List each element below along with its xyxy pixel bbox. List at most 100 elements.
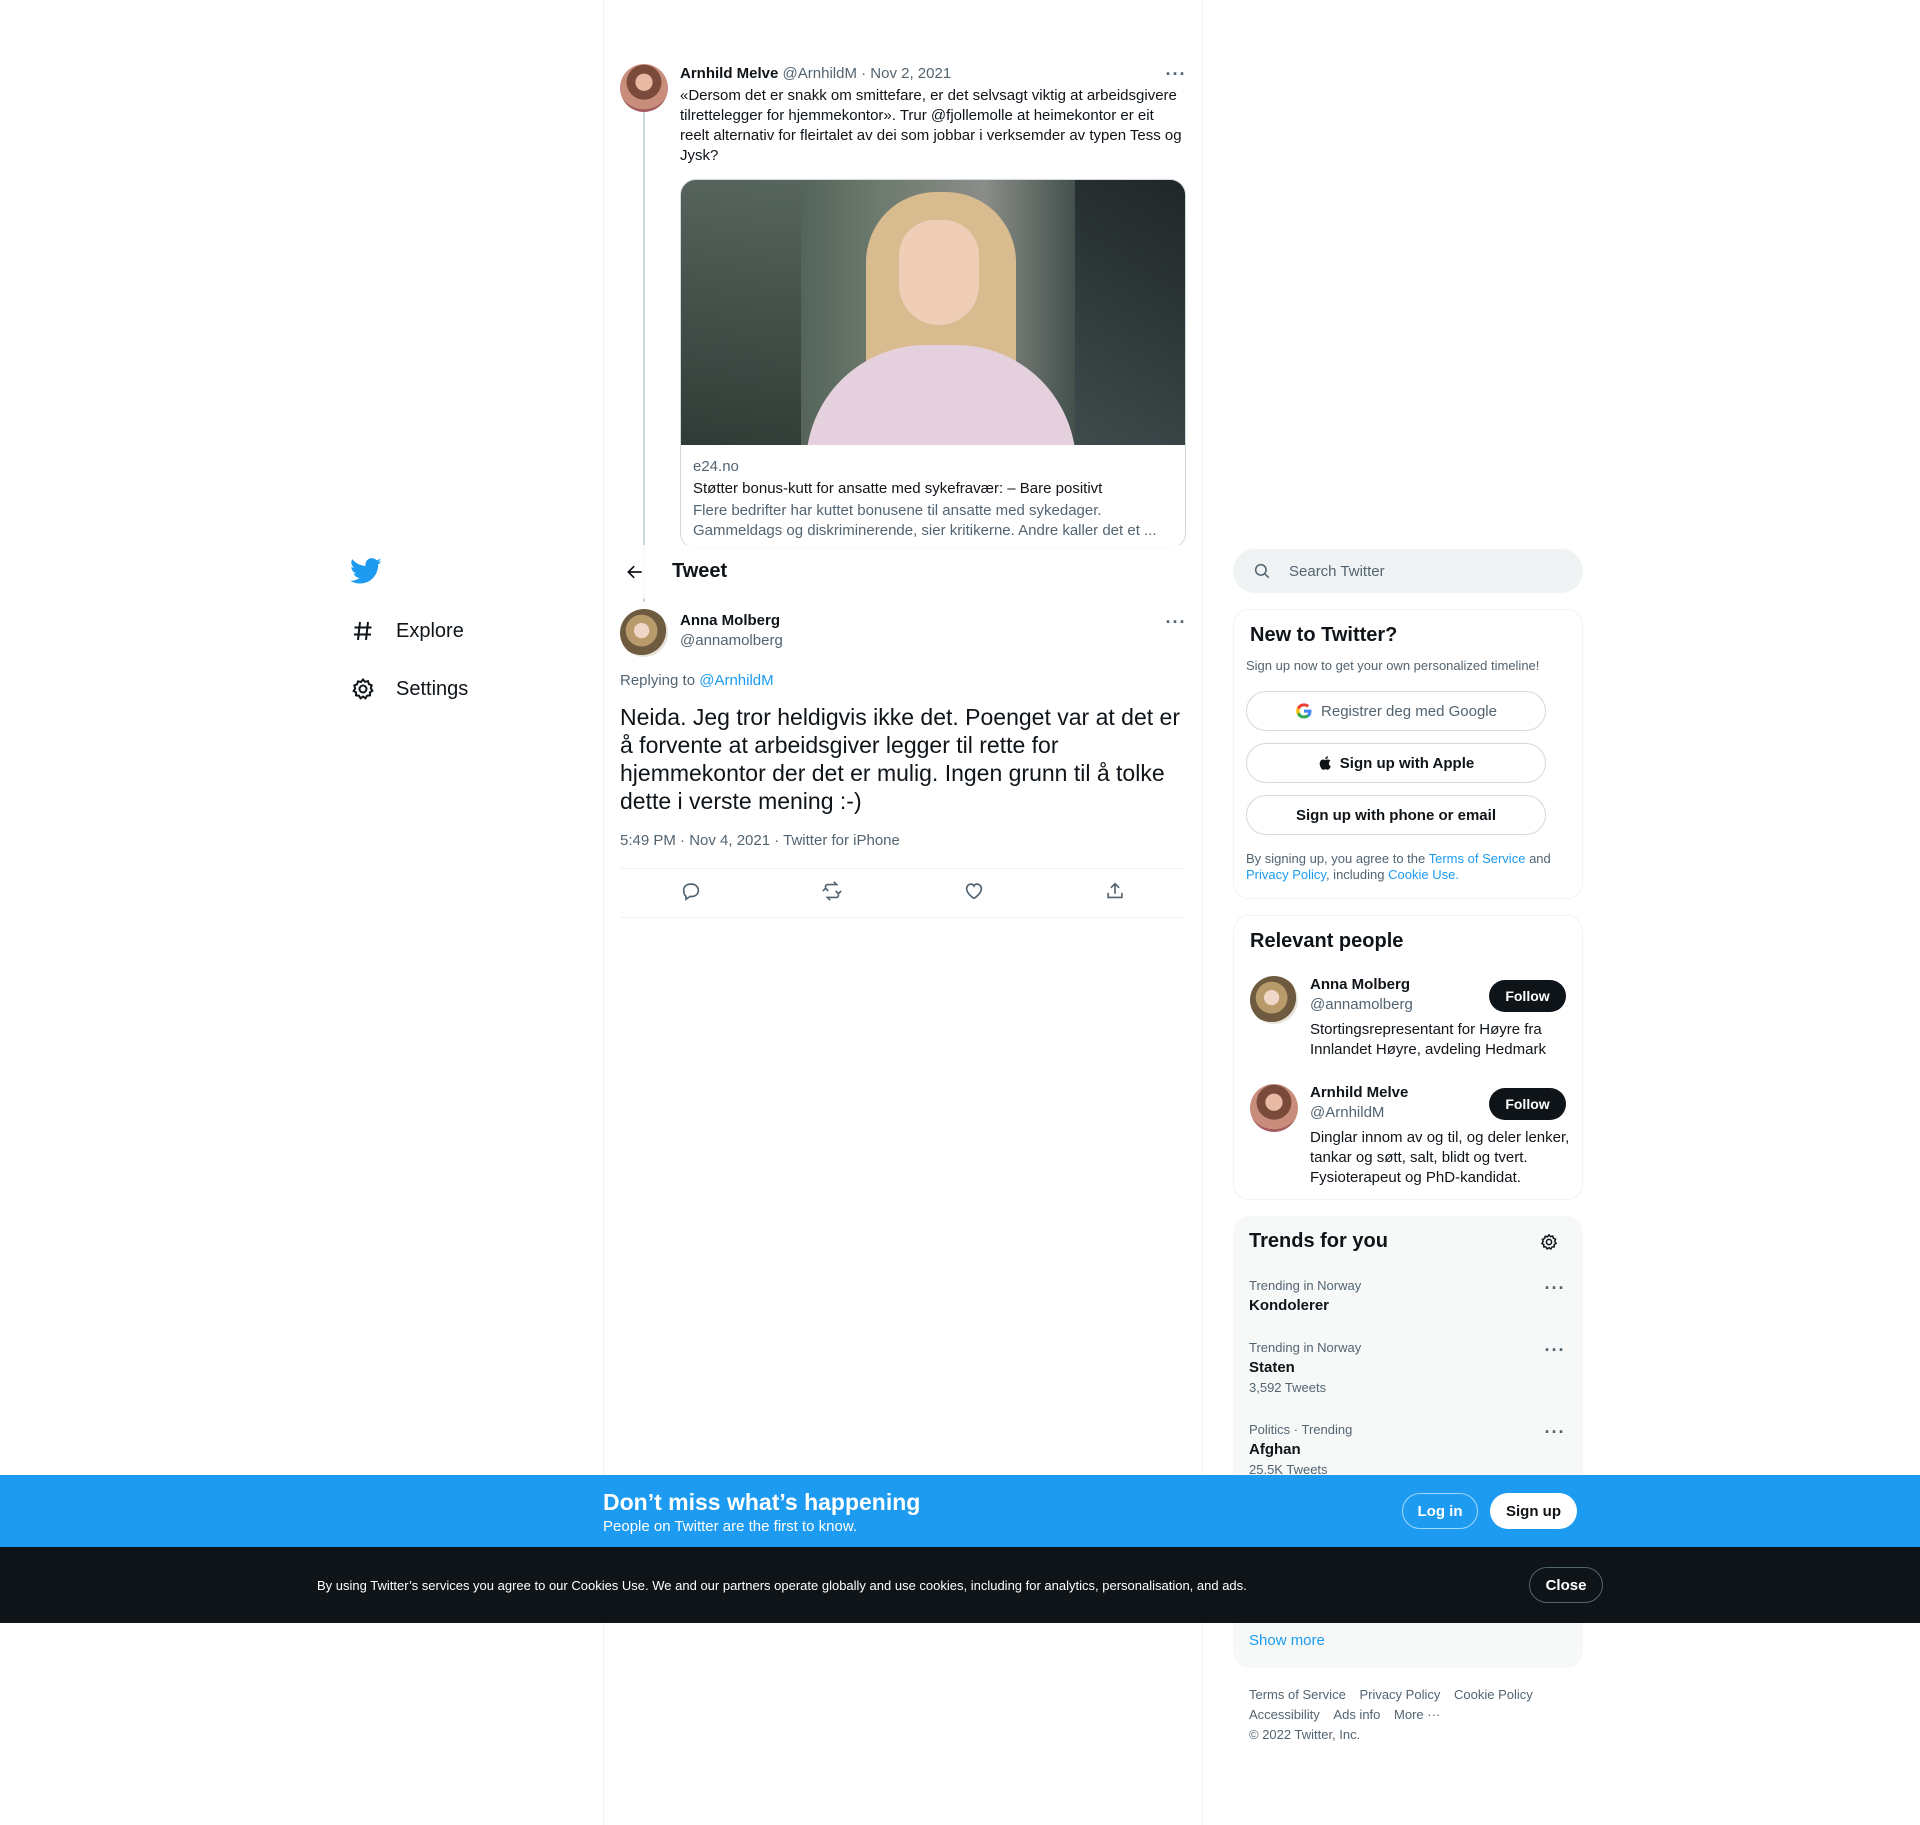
cookie-text: By using Twitter’s services you agree to…: [317, 1578, 1247, 1593]
legal-including: , including: [1325, 867, 1385, 882]
tweet-header: Tweet: [604, 545, 1202, 598]
close-button[interactable]: Close: [1529, 1567, 1603, 1603]
apple-signup-button[interactable]: Sign up with Apple: [1246, 743, 1546, 783]
trend-count: 3,592 Tweets: [1249, 1380, 1327, 1395]
avatar[interactable]: [620, 609, 668, 657]
person-name[interactable]: Anna Molberg: [1310, 976, 1410, 993]
thread-line: [643, 112, 645, 602]
show-more-link[interactable]: Show more: [1249, 1632, 1325, 1649]
person-handle[interactable]: @ArnhildM: [1310, 1104, 1384, 1121]
signup-button[interactable]: Sign up: [1490, 1493, 1577, 1529]
hashtag-icon: [350, 618, 376, 644]
signup-legal-text: By signing up, you agree to the Terms of…: [1246, 851, 1566, 883]
more-options-icon[interactable]: ···: [1164, 64, 1188, 84]
avatar[interactable]: [620, 64, 668, 112]
author-name[interactable]: Arnhild Melve: [680, 65, 778, 82]
card-domain: e24.no: [693, 458, 739, 475]
like-icon[interactable]: [963, 880, 985, 907]
footer-link[interactable]: Terms of Service: [1249, 1687, 1346, 1702]
copyright: © 2022 Twitter, Inc.: [1249, 1727, 1361, 1742]
link-card[interactable]: e24.no Støtter bonus-kutt for ansatte me…: [680, 179, 1186, 549]
nav-explore-label: Explore: [396, 619, 464, 642]
footer-link[interactable]: More ···: [1394, 1707, 1440, 1722]
trend-context: Trending in Norway: [1249, 1278, 1362, 1293]
gear-icon: [350, 676, 376, 702]
avatar[interactable]: [1250, 1084, 1298, 1132]
retweet-icon[interactable]: [821, 880, 843, 907]
share-icon[interactable]: [1104, 880, 1126, 907]
cookie-banner: By using Twitter’s services you agree to…: [0, 1547, 1920, 1623]
search-icon: [1253, 562, 1271, 580]
person-name[interactable]: Arnhild Melve: [1310, 1084, 1408, 1101]
follow-button[interactable]: Follow: [1489, 980, 1566, 1012]
replying-prefix: Replying to: [620, 672, 696, 689]
google-icon: [1295, 702, 1313, 720]
legal-and: and: [1529, 851, 1551, 866]
person-bio: Dinglar innom av og til, og deler lenker…: [1310, 1129, 1570, 1186]
parent-tweet-text: «Dersom det er snakk om smittefare, er d…: [680, 87, 1182, 164]
handle-date[interactable]: @ArnhildM · Nov 2, 2021: [783, 65, 952, 82]
banner-subtitle: People on Twitter are the first to know.: [603, 1518, 858, 1535]
trend-item[interactable]: Politics · Trending Afghan 25.5K Tweets …: [1249, 1422, 1567, 1478]
legal-prefix: By signing up, you agree to the: [1246, 851, 1426, 866]
search-placeholder: Search Twitter: [1289, 562, 1385, 580]
google-signup-button[interactable]: Registrer deg med Google: [1246, 691, 1546, 731]
terms-link[interactable]: Terms of Service: [1429, 851, 1526, 866]
more-options-icon[interactable]: ···: [1543, 1422, 1567, 1442]
card-image: [681, 180, 1185, 445]
footer-row-1: Terms of Service Privacy Policy Cookie P…: [1249, 1687, 1533, 1703]
card-title: Støtter bonus-kutt for ansatte med sykef…: [693, 480, 1103, 497]
apple-icon: [1318, 754, 1334, 772]
twitter-logo-icon[interactable]: [350, 555, 382, 587]
more-options-icon[interactable]: ···: [1543, 1278, 1567, 1298]
person-bio: Stortingsrepresentant for Høyre fra Innl…: [1310, 1021, 1546, 1058]
gear-icon[interactable]: [1537, 1230, 1561, 1254]
google-signup-label: Registrer deg med Google: [1321, 702, 1497, 720]
back-arrow-icon[interactable]: [618, 555, 652, 589]
privacy-link[interactable]: Privacy Policy: [1246, 867, 1326, 882]
tweet-text: Neida. Jeg tror heldigvis ikke det. Poen…: [620, 704, 1180, 814]
card-description: Flere bedrifter har kuttet bonusene til …: [693, 502, 1157, 539]
follow-button[interactable]: Follow: [1489, 1088, 1566, 1120]
search-input[interactable]: Search Twitter: [1233, 549, 1583, 593]
box-title: Relevant people: [1250, 930, 1404, 952]
more-options-icon[interactable]: ···: [1543, 1340, 1567, 1360]
cookie-link[interactable]: Cookie Use.: [1388, 867, 1459, 882]
footer-link[interactable]: Cookie Policy: [1454, 1687, 1533, 1702]
reply-icon[interactable]: [680, 880, 702, 907]
nav-settings-label: Settings: [396, 677, 469, 700]
box-subtitle: Sign up now to get your own personalized…: [1246, 658, 1540, 673]
page-title: Tweet: [672, 560, 728, 582]
nav-explore[interactable]: Explore: [350, 610, 464, 652]
phone-email-signup-button[interactable]: Sign up with phone or email: [1246, 795, 1546, 835]
footer-link[interactable]: Accessibility: [1249, 1707, 1320, 1722]
more-options-icon[interactable]: ···: [1164, 612, 1188, 632]
trend-name: Afghan: [1249, 1441, 1301, 1458]
relevant-people-box: Relevant people Anna Molberg @annamolber…: [1233, 915, 1583, 1200]
author-handle[interactable]: @annamolberg: [680, 632, 783, 649]
person-handle[interactable]: @annamolberg: [1310, 996, 1413, 1013]
footer-link[interactable]: Privacy Policy: [1359, 1687, 1440, 1702]
trend-name: Kondolerer: [1249, 1297, 1330, 1314]
signup-banner: Don’t miss what’s happening People on Tw…: [0, 1475, 1920, 1547]
replying-to-link[interactable]: @ArnhildM: [699, 672, 773, 689]
replying-to: Replying to @ArnhildM: [620, 672, 774, 689]
parent-tweet-header: Arnhild Melve @ArnhildM · Nov 2, 2021: [680, 64, 1140, 84]
trend-context: Trending in Norway: [1249, 1340, 1362, 1355]
apple-signup-label: Sign up with Apple: [1339, 754, 1475, 772]
box-title: Trends for you: [1249, 1230, 1388, 1252]
trend-context: Politics · Trending: [1249, 1422, 1353, 1437]
author-name[interactable]: Anna Molberg: [680, 612, 780, 629]
action-bar: [620, 868, 1186, 918]
login-button[interactable]: Log in: [1402, 1493, 1478, 1529]
new-to-twitter-box: New to Twitter? Sign up now to get your …: [1233, 609, 1583, 899]
footer-link[interactable]: Ads info: [1333, 1707, 1380, 1722]
tweet-meta[interactable]: 5:49 PM · Nov 4, 2021 · Twitter for iPho…: [620, 832, 900, 849]
banner-title: Don’t miss what’s happening: [603, 1489, 921, 1515]
trend-name: Staten: [1249, 1359, 1295, 1376]
footer-row-2: Accessibility Ads info More ···: [1249, 1707, 1440, 1723]
trend-item[interactable]: Trending in Norway Staten 3,592 Tweets ·…: [1249, 1340, 1567, 1396]
nav-settings[interactable]: Settings: [350, 668, 468, 710]
avatar[interactable]: [1250, 976, 1298, 1024]
trend-item[interactable]: Trending in Norway Kondolerer ···: [1249, 1278, 1567, 1315]
